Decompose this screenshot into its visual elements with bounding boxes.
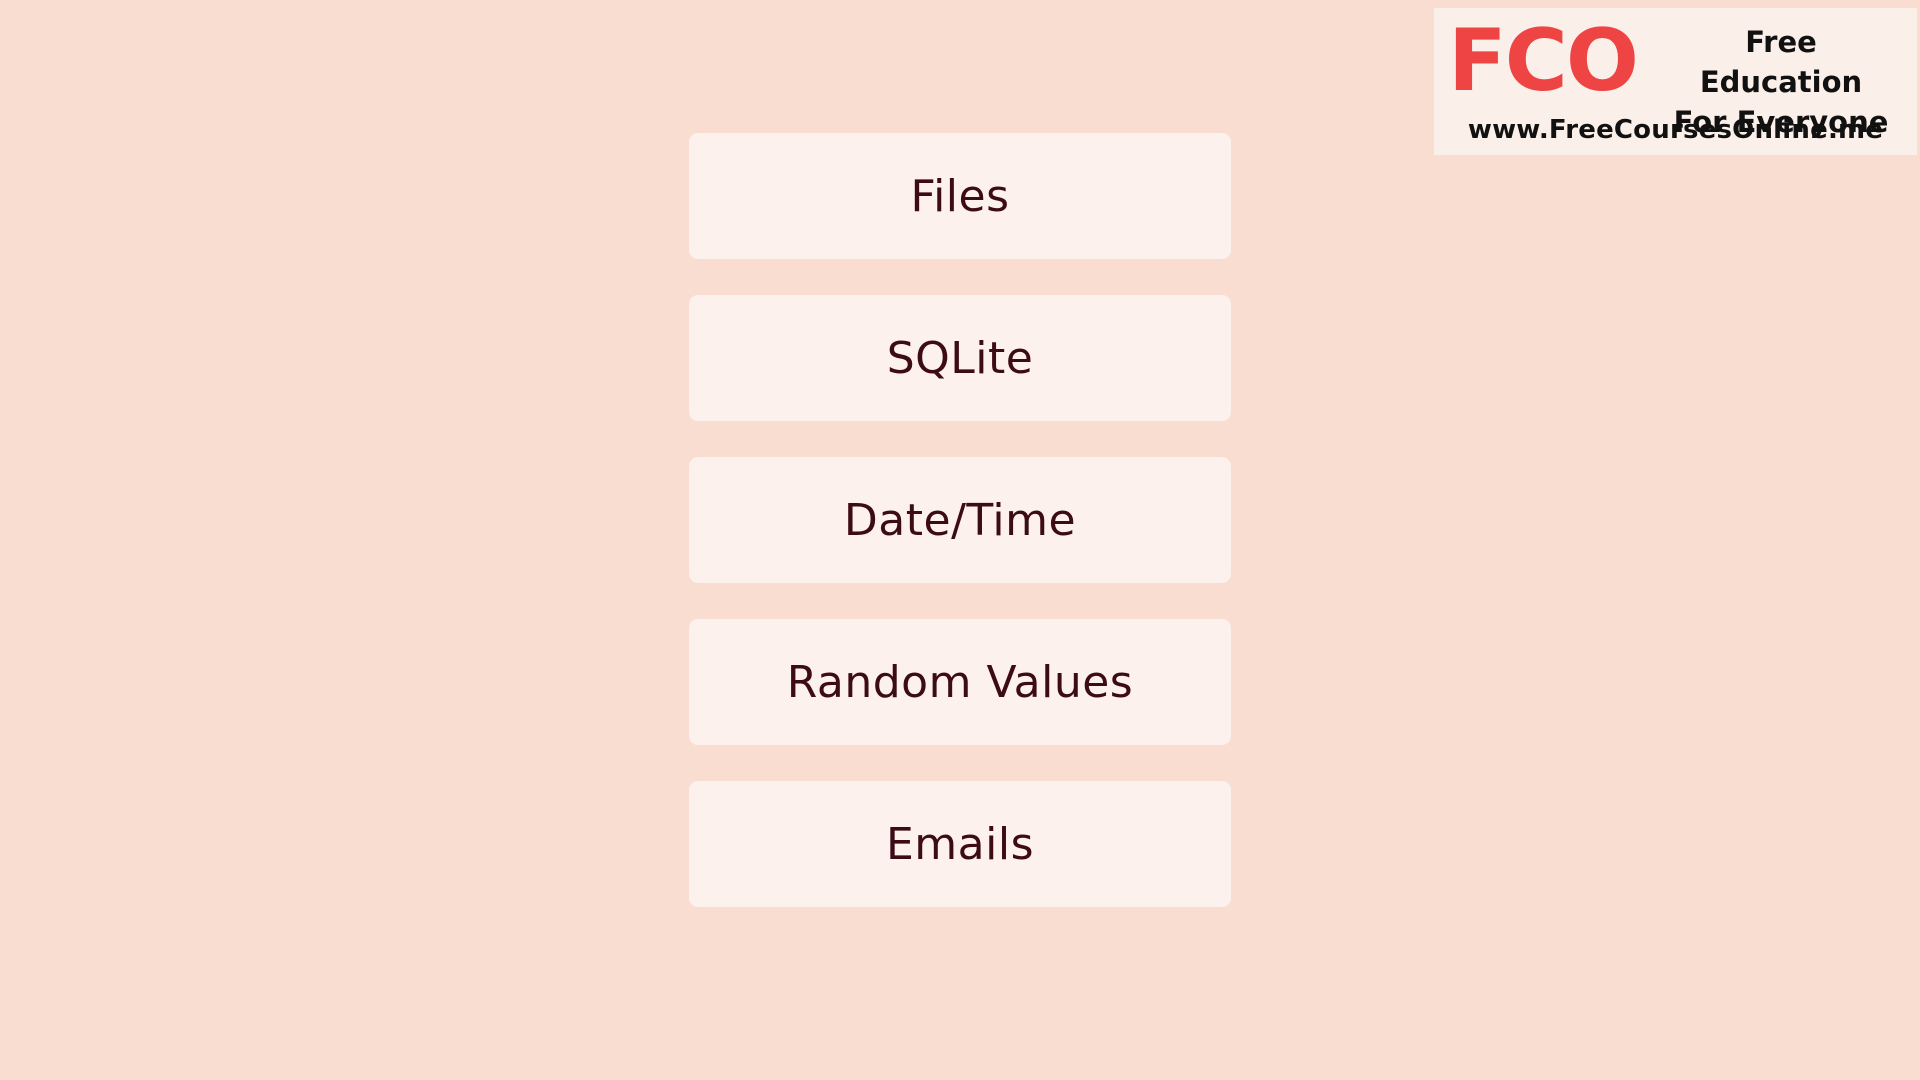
topic-label: Random Values <box>786 656 1134 708</box>
topic-label: SQLite <box>886 332 1034 384</box>
logo-url: www.FreeCoursesOnline.me <box>1467 115 1884 145</box>
topic-list: Files SQLite Date/Time Random Values Ema… <box>689 133 1231 907</box>
topic-label: Files <box>910 170 1010 222</box>
logo-mark: FCO <box>1448 11 1639 111</box>
watermark-logo: FCO Free Education For Everyone www.Free… <box>1434 8 1917 155</box>
topic-card-emails[interactable]: Emails <box>689 781 1231 907</box>
topic-card-files[interactable]: Files <box>689 133 1231 259</box>
topic-card-sqlite[interactable]: SQLite <box>689 295 1231 421</box>
topic-card-date-time[interactable]: Date/Time <box>689 457 1231 583</box>
topic-label: Emails <box>886 818 1034 870</box>
logo-tagline-line1: Free Education <box>1699 25 1863 99</box>
topic-label: Date/Time <box>843 494 1077 546</box>
topic-card-random-values[interactable]: Random Values <box>689 619 1231 745</box>
